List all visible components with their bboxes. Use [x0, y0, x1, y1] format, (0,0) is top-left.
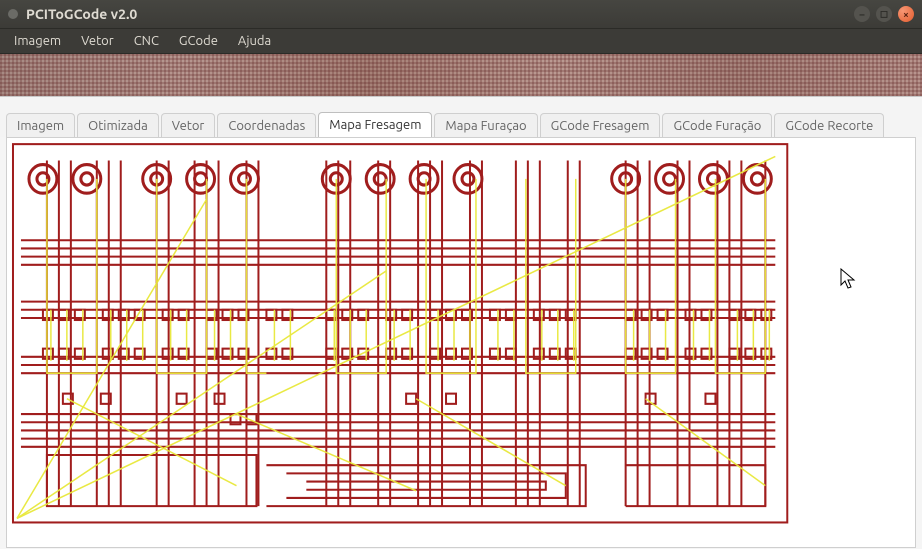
maximize-button[interactable]: ◻: [876, 6, 892, 22]
tab-gcode-recorte[interactable]: GCode Recorte: [774, 113, 884, 138]
menu-vetor[interactable]: Vetor: [73, 32, 122, 50]
tab-coordenadas[interactable]: Coordenadas: [217, 113, 316, 138]
tab-imagem[interactable]: Imagem: [6, 113, 75, 138]
menu-bar: Imagem Vetor CNC GCode Ajuda: [0, 29, 922, 54]
menu-imagem[interactable]: Imagem: [6, 32, 69, 50]
milling-map-canvas[interactable]: [6, 137, 916, 548]
window-title: PCIToGCode v2.0: [26, 6, 854, 22]
tab-mapa-furacao[interactable]: Mapa Furaçao: [434, 113, 537, 138]
menu-gcode[interactable]: GCode: [171, 32, 226, 50]
tab-mapa-fresagem[interactable]: Mapa Fresagem: [318, 112, 432, 137]
close-button[interactable]: ×: [898, 6, 914, 22]
tab-bar: Imagem Otimizada Vetor Coordenadas Mapa …: [0, 97, 922, 137]
tab-gcode-fresagem[interactable]: GCode Fresagem: [540, 113, 661, 138]
window-controls: – ◻ ×: [854, 6, 914, 22]
tab-vetor[interactable]: Vetor: [161, 113, 216, 138]
app-icon: [8, 9, 18, 19]
tab-otimizada[interactable]: Otimizada: [77, 113, 159, 138]
pcb-svg: [7, 138, 915, 547]
window-titlebar: PCIToGCode v2.0 – ◻ ×: [0, 0, 922, 29]
menu-ajuda[interactable]: Ajuda: [230, 32, 279, 50]
tab-gcode-furacao[interactable]: GCode Furação: [662, 113, 772, 138]
minimize-button[interactable]: –: [854, 6, 870, 22]
menu-cnc[interactable]: CNC: [126, 32, 167, 50]
pcb-banner-image: [0, 54, 922, 97]
